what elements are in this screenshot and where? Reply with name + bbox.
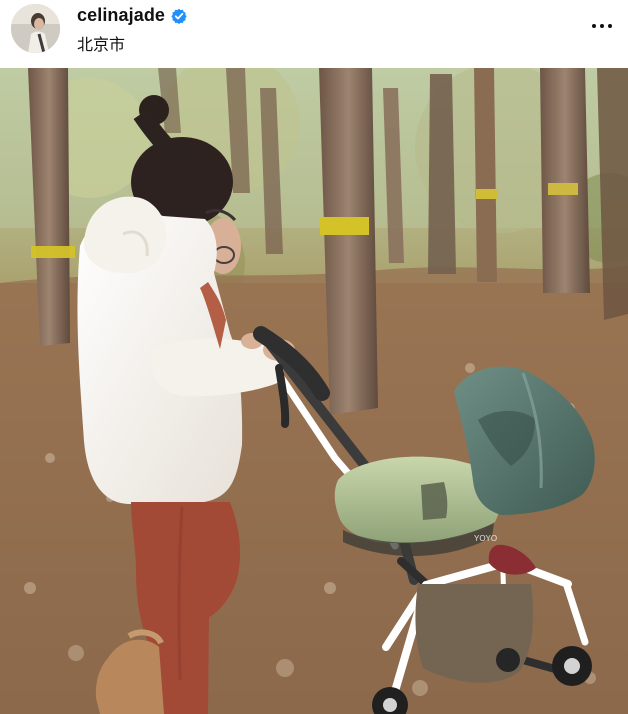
post-photo[interactable]: YOYO xyxy=(0,68,628,714)
post-photo-illustration: YOYO xyxy=(0,68,628,714)
more-horizontal-icon xyxy=(592,24,596,28)
more-options-button[interactable] xyxy=(586,14,618,38)
verified-badge-icon xyxy=(171,8,187,24)
post-header: celinajade 北京市 xyxy=(0,0,628,68)
avatar-image xyxy=(11,4,60,53)
stroller-brand-text: YOYO xyxy=(474,534,497,543)
avatar[interactable] xyxy=(11,4,60,53)
post-location[interactable]: 北京市 xyxy=(77,31,125,55)
username[interactable]: celinajade xyxy=(77,5,165,26)
